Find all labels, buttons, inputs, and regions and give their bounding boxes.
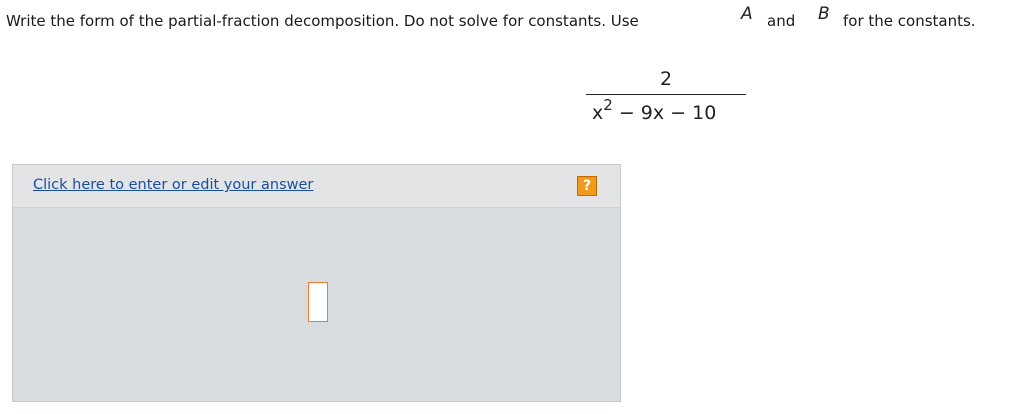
question-prompt: Write the form of the partial-fraction d… <box>6 4 1016 34</box>
answer-panel: Click here to enter or edit your answer … <box>12 164 621 402</box>
page: Write the form of the partial-fraction d… <box>0 0 1024 414</box>
constant-b: B <box>818 4 830 24</box>
constant-a: A <box>741 4 753 24</box>
fraction-numerator: 2 <box>659 68 673 90</box>
question-and: and <box>767 12 796 30</box>
fraction-denominator: x2 − 9x − 10 <box>592 96 717 124</box>
denominator-base: x <box>592 102 604 124</box>
answer-panel-header: Click here to enter or edit your answer … <box>13 165 620 208</box>
denominator-rest: − 9x − 10 <box>612 102 717 124</box>
question-text: Write the form of the partial-fraction d… <box>6 12 639 30</box>
denominator-exponent: 2 <box>603 96 613 114</box>
question-text-end: for the constants. <box>843 12 976 30</box>
rational-expression: 2 x2 − 9x − 10 <box>586 68 746 132</box>
fraction-bar <box>586 94 746 95</box>
answer-input[interactable] <box>308 282 328 322</box>
edit-answer-link[interactable]: Click here to enter or edit your answer <box>33 177 313 193</box>
help-icon[interactable]: ? <box>577 176 597 196</box>
